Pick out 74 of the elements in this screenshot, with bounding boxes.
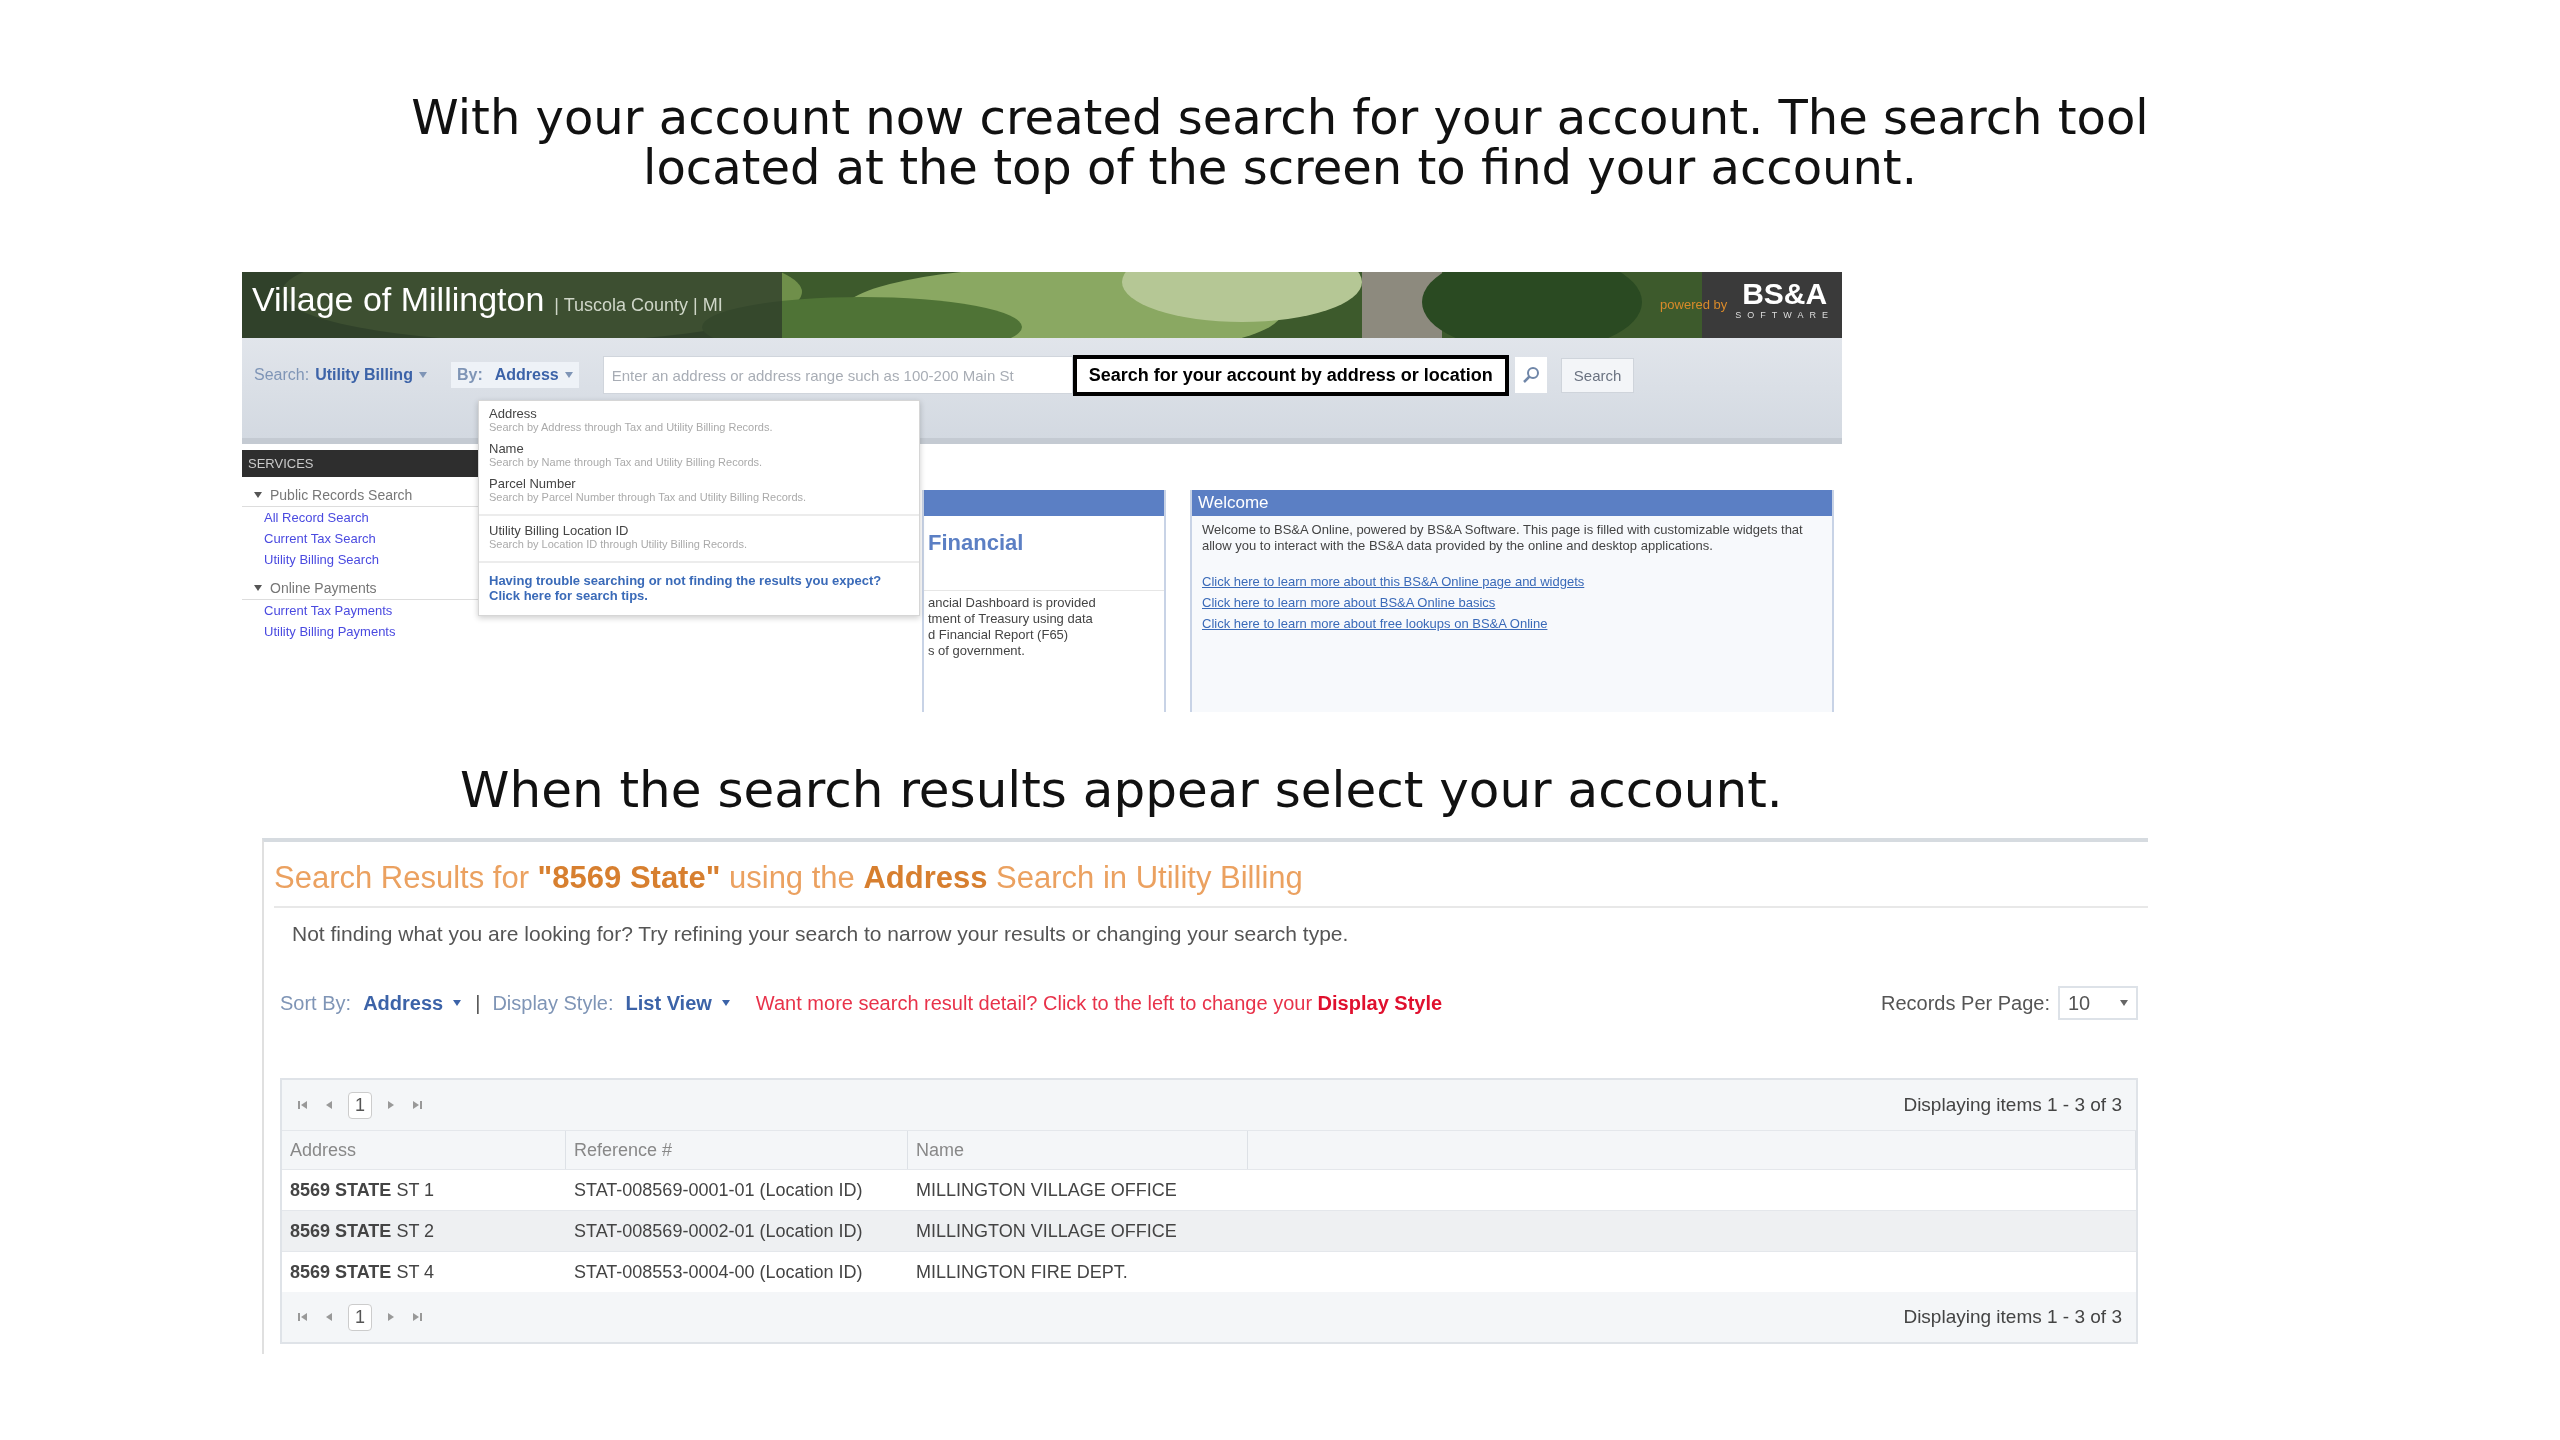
table-cell-text: MILLINGTON VILLAGE OFFICE	[915, 1220, 1178, 1242]
table-cell-text: 8569 STATE ST 2	[289, 1220, 436, 1242]
sort-dropdown[interactable]: Address	[363, 991, 462, 1015]
search-field[interactable]: Enter an address or address range such as 100-200 Main St	[602, 356, 1073, 394]
records-per-page-select[interactable]: 10	[2058, 986, 2138, 1020]
search-label: Search:	[254, 366, 310, 384]
caret-icon	[564, 372, 573, 378]
search-button[interactable]: Search	[1560, 357, 1635, 393]
powered-by-label: powered by	[1660, 297, 1728, 312]
panel-text: ancial Dashboard is provided	[928, 595, 1097, 611]
records-per-page-label: Records Per Page:	[1881, 991, 2050, 1015]
first-page-icon[interactable]	[296, 1098, 310, 1112]
menu-item[interactable]: Name Search by Name through Tax and Utility Billing Records.	[479, 436, 919, 471]
search-by-dropdown[interactable]: By: Address	[450, 362, 579, 388]
site-subtitle: | Tuscola County | MI	[554, 295, 723, 316]
search-icon[interactable]	[1521, 366, 1540, 384]
menu-item[interactable]: Utility Billing Location ID Search by Location ID through Utility Billing Records.	[479, 518, 919, 553]
caret-icon	[453, 1000, 462, 1006]
table-cell-text: 8569 STATE ST 1	[289, 1179, 436, 1201]
column-header: Name	[908, 1131, 1248, 1169]
last-page-icon[interactable]	[410, 1310, 424, 1324]
first-page-icon[interactable]	[296, 1310, 310, 1324]
pager-summary: Displaying items 1 - 3 of 3	[1903, 1306, 2122, 1328]
triangle-icon[interactable]	[254, 585, 262, 591]
search-type-dropdown[interactable]: Utility Billing	[315, 366, 427, 384]
panel-text: d Financial Report (F65)	[928, 627, 1070, 643]
help-link[interactable]: Click here to learn more about free lookups on BS&A Online	[1192, 614, 1832, 635]
welcome-text: Welcome to BS&A Online, powered by BS&A Software. This page is filled with customizable widgets that allow you to interact with the BS&A data provided by the online and desktop applications.	[1201, 521, 1804, 555]
results-title: Search Results for "8569 State" using the Address Search in Utility Billing	[274, 860, 2148, 908]
triangle-icon[interactable]	[254, 492, 262, 498]
separator: |	[475, 991, 481, 1015]
last-page-icon[interactable]	[410, 1098, 424, 1112]
panel-title: Welcome	[1192, 490, 1832, 516]
table-cell-text: STAT-008553-0004-00 (Location ID)	[573, 1261, 864, 1283]
sidebar-link[interactable]: Current Tax Payments	[242, 600, 478, 621]
menu-item[interactable]: Parcel Number Search by Parcel Number through Tax and Utility Billing Records.	[479, 471, 919, 506]
table-cell-text: STAT-008569-0002-01 (Location ID)	[573, 1220, 864, 1242]
sidebar-header: SERVICES	[242, 450, 478, 477]
help-link[interactable]: Click here to learn more about this BS&A Online page and widgets	[1192, 572, 1832, 593]
site-title: Village of Millington	[252, 280, 545, 319]
logo-subtext: SOFTWARE	[1735, 310, 1834, 320]
logo-text: BS&A	[1742, 278, 1828, 310]
callout-label: Search for your account by address or location	[1072, 354, 1509, 396]
sidebar-group[interactable]: Public Records Search	[270, 487, 413, 503]
search-tips-link[interactable]: Having trouble searching or not finding the results you expect? Click here for search tips.	[479, 565, 919, 603]
panel-text: s of government.	[928, 643, 1026, 659]
table-cell-text: MILLINGTON FIRE DEPT.	[915, 1261, 1129, 1283]
sidebar-link[interactable]: Current Tax Search	[242, 528, 478, 549]
sidebar-link[interactable]: All Record Search	[242, 507, 478, 528]
display-style-tip: Want more search result detail? Click to the left to change your Display Style	[755, 991, 1443, 1015]
display-style-dropdown[interactable]: List View	[625, 991, 730, 1015]
sidebar-link[interactable]: Utility Billing Search	[242, 549, 478, 570]
caret-icon	[2120, 1000, 2128, 1006]
display-style-label: Display Style:	[492, 991, 614, 1015]
table-cell-text: STAT-008569-0001-01 (Location ID)	[573, 1179, 864, 1201]
caret-icon	[721, 1000, 730, 1006]
menu-item[interactable]: Address Search by Address through Tax and Utility Billing Records.	[479, 401, 919, 436]
help-link[interactable]: Click here to learn more about BS&A Online basics	[1192, 593, 1832, 614]
instruction-text: When the search results appear select your account.	[460, 760, 1783, 820]
panel-text: tment of Treasury using data	[928, 611, 1094, 627]
caret-icon	[418, 372, 427, 378]
instruction-text: With your account now created search for your account. The search tool located at the top of the screen to find your account.	[410, 92, 2150, 192]
page-number[interactable]: 1	[348, 1303, 372, 1331]
sort-label: Sort By:	[280, 991, 352, 1015]
table-cell-text: MILLINGTON VILLAGE OFFICE	[915, 1179, 1178, 1201]
hint-text: Not finding what you are looking for? Try refining your search to narrow your results or changing your search type.	[291, 921, 1350, 946]
sidebar-group[interactable]: Online Payments	[270, 580, 377, 596]
panel-title: Financial	[927, 529, 1025, 557]
pager-summary: Displaying items 1 - 3 of 3	[1903, 1094, 2122, 1116]
column-header: Address	[282, 1131, 566, 1169]
table-cell-text: 8569 STATE ST 4	[289, 1261, 436, 1283]
sidebar-link[interactable]: Utility Billing Payments	[242, 621, 478, 642]
column-header: Reference #	[566, 1131, 908, 1169]
page-number[interactable]: 1	[348, 1091, 372, 1119]
